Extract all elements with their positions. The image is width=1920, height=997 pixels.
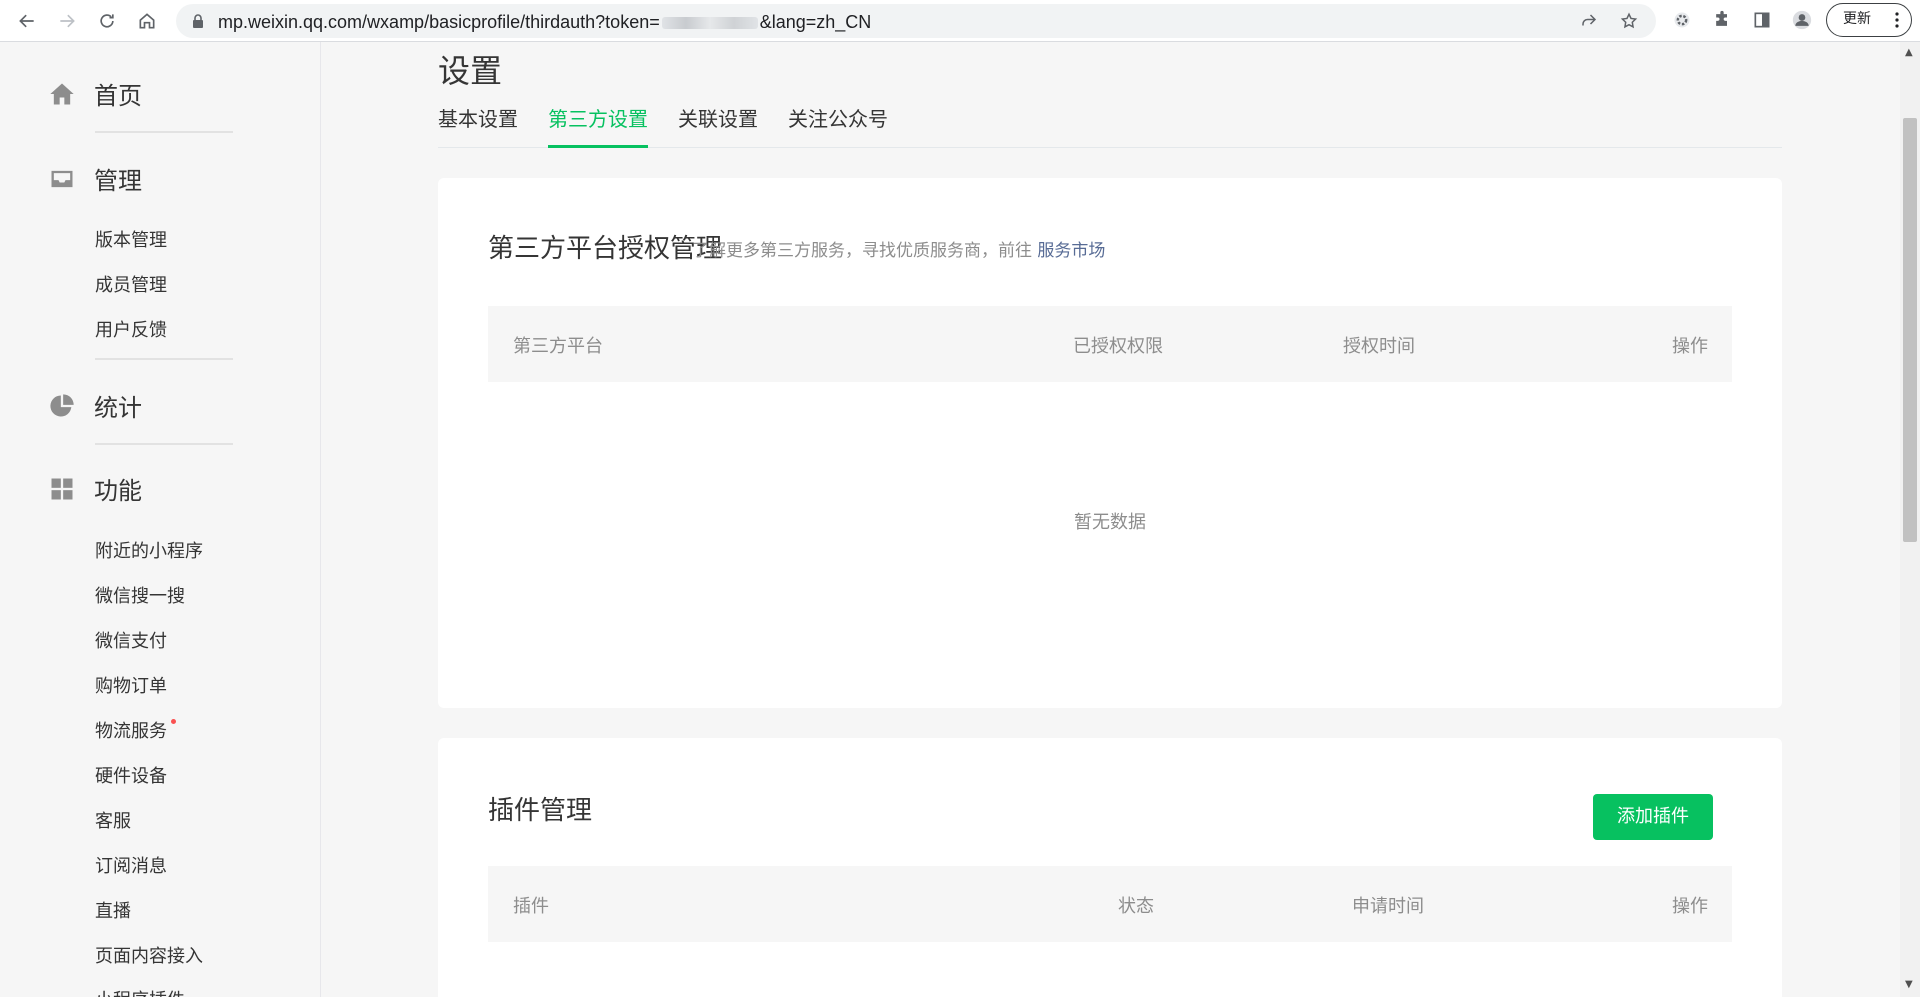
col-status: 状态 <box>1118 896 1154 917</box>
sidebar-item-content[interactable]: 页面内容接入 <box>95 942 203 968</box>
sidebar: 首页 管理 版本管理 成员管理 用户反馈 统计 功能 附近的小程序 微信搜一搜 … <box>0 42 321 997</box>
col-plugin-action: 操作 <box>1672 896 1708 917</box>
update-label: 更新 <box>1843 11 1871 27</box>
sidebar-divider <box>95 358 233 360</box>
col-permissions: 已授权权限 <box>1073 336 1163 357</box>
third-party-desc-text: 了解更多第三方服务，寻找优质服务商，前往 <box>692 241 1032 261</box>
sidebar-logistics-label: 物流服务 <box>95 721 167 742</box>
sidebar-item-orders[interactable]: 购物订单 <box>95 672 167 698</box>
url-text[interactable]: mp.weixin.qq.com/wxamp/basicprofile/thir… <box>218 12 871 33</box>
sidebar-divider <box>95 443 233 445</box>
tab-third-party[interactable]: 第三方设置 <box>548 104 648 148</box>
scrollbar-thumb[interactable] <box>1903 118 1917 542</box>
col-plugin: 插件 <box>513 896 549 917</box>
col-platform: 第三方平台 <box>513 336 603 357</box>
reload-icon[interactable] <box>94 8 120 34</box>
third-party-desc: 了解更多第三方服务，寻找优质服务商，前往 服务市场 <box>692 236 1105 261</box>
tab-association[interactable]: 关联设置 <box>678 104 758 148</box>
col-apply-time: 申请时间 <box>1352 896 1424 917</box>
sidebar-item-hardware[interactable]: 硬件设备 <box>95 762 167 788</box>
redacted-token <box>661 17 758 30</box>
settings-tabs: 基本设置 第三方设置 关联设置 关注公众号 <box>438 104 1782 148</box>
add-plugin-button[interactable]: 添加插件 <box>1593 794 1713 840</box>
sidebar-item-feedback[interactable]: 用户反馈 <box>95 316 167 342</box>
address-bar[interactable]: mp.weixin.qq.com/wxamp/basicprofile/thir… <box>176 4 1656 38</box>
sidebar-item-subscribe[interactable]: 订阅消息 <box>95 852 167 878</box>
extension-gear-icon[interactable] <box>1670 8 1694 32</box>
lock-icon[interactable] <box>190 13 206 29</box>
sidebar-item-service[interactable]: 客服 <box>95 807 131 833</box>
forward-icon[interactable] <box>54 8 80 34</box>
third-party-title: 第三方平台授权管理 <box>488 234 723 264</box>
home-icon <box>50 83 74 104</box>
browser-toolbar: mp.weixin.qq.com/wxamp/basicprofile/thir… <box>0 0 1920 42</box>
sidebar-item-home[interactable]: 首页 <box>48 76 142 111</box>
sidebar-item-pay[interactable]: 微信支付 <box>95 627 167 653</box>
sidebar-home-label: 首页 <box>94 82 142 110</box>
main-content: 设置 基本设置 第三方设置 关联设置 关注公众号 第三方平台授权管理 了解更多第… <box>322 42 1900 997</box>
pie-chart-icon <box>50 393 74 416</box>
sidebar-item-members[interactable]: 成员管理 <box>95 271 167 297</box>
sidebar-item-manage[interactable]: 管理 <box>48 161 142 196</box>
plugin-table-header: 插件 状态 申请时间 操作 <box>488 866 1732 942</box>
more-menu-icon[interactable] <box>1895 12 1899 28</box>
scroll-down-icon[interactable]: ▼ <box>1905 980 1915 990</box>
scroll-up-icon[interactable]: ▲ <box>1905 48 1915 58</box>
sidebar-item-version[interactable]: 版本管理 <box>95 226 167 252</box>
sidebar-stats-label: 统计 <box>94 394 142 422</box>
page-scrollbar[interactable]: ▲ ▼ <box>1900 42 1920 997</box>
profile-avatar-icon[interactable] <box>1790 8 1814 32</box>
share-icon[interactable] <box>1580 12 1598 30</box>
sidebar-item-live[interactable]: 直播 <box>95 897 131 923</box>
third-party-table-header: 第三方平台 已授权权限 授权时间 操作 <box>488 306 1732 382</box>
sidebar-item-features[interactable]: 功能 <box>48 471 142 506</box>
sidebar-item-plugin[interactable]: 小程序插件 <box>95 986 185 997</box>
sidebar-item-logistics[interactable]: 物流服务 <box>95 717 176 743</box>
sidebar-item-nearby[interactable]: 附近的小程序 <box>95 537 203 563</box>
sidebar-manage-label: 管理 <box>94 167 142 195</box>
grid-icon <box>51 478 73 499</box>
tab-follow-account[interactable]: 关注公众号 <box>788 104 888 148</box>
sidebar-item-search[interactable]: 微信搜一搜 <box>95 582 185 608</box>
back-icon[interactable] <box>14 8 40 34</box>
sidebar-divider <box>95 131 233 133</box>
sidebar-features-label: 功能 <box>94 477 142 505</box>
col-auth-time: 授权时间 <box>1343 336 1415 357</box>
new-badge <box>171 719 176 724</box>
empty-state: 暂无数据 <box>1074 512 1146 533</box>
side-panel-icon[interactable] <box>1750 8 1774 32</box>
update-button[interactable]: 更新 <box>1826 3 1912 37</box>
service-market-link[interactable]: 服务市场 <box>1037 241 1105 261</box>
sidebar-item-stats[interactable]: 统计 <box>48 388 142 423</box>
inbox-icon <box>51 170 73 187</box>
page-title: 设置 <box>438 52 503 90</box>
home-button-icon[interactable] <box>134 8 160 34</box>
bookmark-star-icon[interactable] <box>1620 12 1638 30</box>
col-action: 操作 <box>1672 336 1708 357</box>
plugin-title: 插件管理 <box>488 796 593 826</box>
extensions-puzzle-icon[interactable] <box>1710 8 1734 32</box>
third-party-card: 第三方平台授权管理 了解更多第三方服务，寻找优质服务商，前往 服务市场 第三方平… <box>438 178 1782 708</box>
tab-basic[interactable]: 基本设置 <box>438 104 518 148</box>
plugin-card: 插件管理 添加插件 插件 状态 申请时间 操作 <box>438 738 1782 997</box>
